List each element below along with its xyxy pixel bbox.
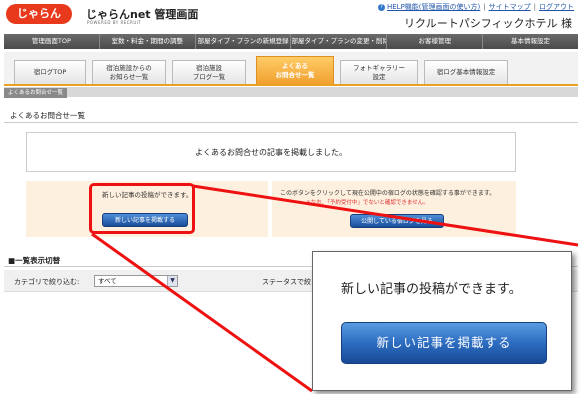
tab-basic-info[interactable]: 宿ログ基本情報設定 (424, 60, 508, 84)
nav-item-new-plan[interactable]: 部屋タイプ・プランの新規登録 (196, 34, 292, 49)
status-filter-label: ステータスで絞 (262, 278, 311, 286)
jalan-logo[interactable]: じゃらん (6, 4, 72, 24)
help-icon: ? (378, 3, 385, 11)
page-title: よくあるお問合せ一覧 (10, 111, 85, 120)
category-select-value: すべて (98, 277, 117, 285)
nav-item-edit-plan[interactable]: 部屋タイプ・プランの変更・削除 (291, 34, 388, 49)
callout-line-bottom (91, 232, 313, 393)
chevron-down-icon: ▼ (167, 276, 177, 286)
zoom-callout: 新しい記事の投稿ができます。 新しい記事を掲載する (312, 251, 572, 391)
tab-faq[interactable]: よくある お問合せ一覧 (256, 56, 334, 84)
tab-yado-log-top[interactable]: 宿ログTOP (14, 60, 86, 84)
hotel-name: リクルートパシフィックホテル 様 (404, 17, 572, 30)
brand: じゃらんnet 管理画面 POWERED BY RECRUIT (86, 6, 198, 25)
brand-sub: POWERED BY RECRUIT (87, 20, 142, 25)
tab-facility-news[interactable]: 宿泊施設からの お知らせ一覧 (92, 60, 166, 84)
sitemap-link[interactable]: サイトマップ (489, 3, 531, 11)
tab-photo-gallery[interactable]: フォトギャラリー 設定 (340, 60, 418, 84)
breadcrumb-item: よくあるお問合せ一覧 (4, 88, 68, 98)
tab-facility-blog[interactable]: 宿泊施設 ブログ一覧 (172, 60, 246, 84)
status-panel: このボタンをクリックして現在公開中の宿ログの状態を確認する事ができます。 ※なお… (272, 181, 516, 237)
status-description: このボタンをクリックして現在公開中の宿ログの状態を確認する事ができます。 (280, 190, 496, 197)
category-filter-label: カテゴリで絞り込む: (14, 278, 80, 286)
highlight-rectangle (89, 183, 195, 234)
zoom-post-note: 新しい記事の投稿ができます。 (341, 282, 522, 297)
header: じゃらん じゃらんnet 管理画面 POWERED BY RECRUIT ? HE… (0, 0, 582, 32)
main-nav: 管理画面TOP 室数・料金・期間の調整 部屋タイプ・プランの新規登録 部屋タイプ… (4, 34, 578, 49)
nav-item-rates[interactable]: 室数・料金・期間の調整 (100, 34, 196, 49)
help-link[interactable]: HELP機能(管理画面の使い方) (387, 3, 480, 11)
status-note: ※なお、「予約受付中」でないと確認できません。 (306, 200, 429, 206)
zoom-new-article-button[interactable]: 新しい記事を掲載する (341, 322, 547, 364)
breadcrumb: よくあるお問合せ一覧 (4, 87, 578, 98)
nav-item-top[interactable]: 管理画面TOP (4, 34, 100, 49)
nav-item-customers[interactable]: お客様管理 (387, 34, 484, 49)
logout-link[interactable]: ログアウト (539, 3, 574, 11)
category-select[interactable]: すべて ▼ (94, 275, 178, 287)
view-public-log-button[interactable]: 公開している宿ログを見る (350, 214, 444, 228)
top-links: ? HELP機能(管理画面の使い方) | サイトマップ | ログアウト (378, 2, 574, 12)
sub-nav: 宿ログTOP 宿泊施設からの お知らせ一覧 宿泊施設 ブログ一覧 よくある お問… (4, 52, 578, 86)
success-message: よくあるお問合せの記事を掲載しました。 (26, 132, 516, 172)
divider (4, 122, 578, 123)
nav-item-settings[interactable]: 基本情報設定 (483, 34, 578, 49)
list-section-title: ■一覧表示切替 (8, 256, 61, 265)
